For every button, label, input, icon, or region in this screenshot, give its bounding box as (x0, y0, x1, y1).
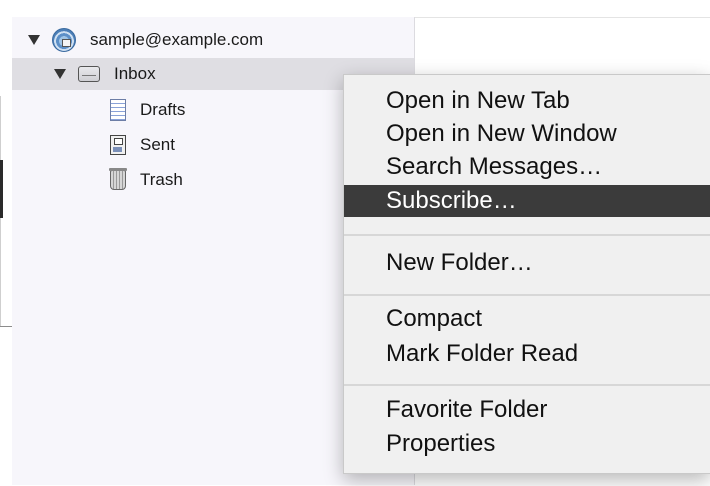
trash-label: Trash (140, 170, 183, 189)
menu-item-open-in-new-tab[interactable]: Open in New Tab (344, 85, 710, 117)
menu-item-subscribe[interactable]: Subscribe… (344, 185, 710, 217)
trash-can-icon (109, 168, 127, 190)
folder-tree-trash[interactable]: Trash (12, 164, 342, 196)
menu-item-favorite-folder[interactable]: Favorite Folder (344, 394, 710, 426)
folder-tree-sent[interactable]: Sent (12, 129, 342, 161)
menu-item-properties[interactable]: Properties (344, 428, 710, 460)
menu-separator (344, 234, 710, 236)
folder-tree-account[interactable]: sample@example.com (12, 24, 414, 56)
folder-context-menu: Open in New Tab Open in New Window Searc… (343, 74, 710, 474)
inbox-tray-icon (78, 66, 100, 82)
menu-item-search-messages[interactable]: Search Messages… (344, 151, 710, 183)
inbox-label: Inbox (114, 64, 156, 83)
disclosure-triangle-icon[interactable] (28, 35, 40, 45)
menu-separator (344, 384, 710, 386)
sent-floppy-icon (110, 135, 126, 155)
menu-item-compact[interactable]: Compact (344, 303, 710, 335)
drafts-label: Drafts (140, 100, 186, 119)
account-globe-icon (52, 28, 76, 52)
drafts-document-icon (110, 99, 126, 121)
menu-item-mark-folder-read[interactable]: Mark Folder Read (344, 338, 710, 370)
menu-item-open-in-new-window[interactable]: Open in New Window (344, 118, 710, 150)
account-label: sample@example.com (90, 30, 264, 49)
menu-separator (344, 294, 710, 296)
disclosure-triangle-icon[interactable] (54, 69, 66, 79)
window-edge-marker (0, 160, 3, 218)
window-edge-tick (0, 326, 12, 327)
sent-label: Sent (140, 135, 175, 154)
menu-item-new-folder[interactable]: New Folder… (344, 247, 710, 279)
folder-tree-drafts[interactable]: Drafts (12, 94, 342, 126)
